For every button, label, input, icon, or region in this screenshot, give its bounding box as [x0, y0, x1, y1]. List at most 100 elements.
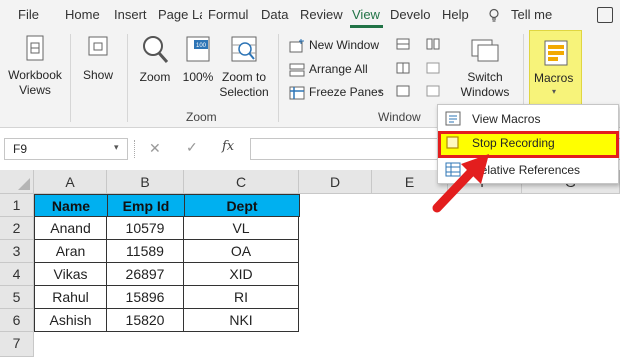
view-side-by-side-icon[interactable]: [426, 38, 440, 50]
tab-insert[interactable]: Insert: [114, 7, 152, 22]
tab-data[interactable]: Data: [261, 7, 295, 22]
zoom-selection-label-2: Selection: [219, 85, 269, 99]
table-cell[interactable]: VL: [184, 217, 299, 240]
tab-formulas[interactable]: Formul: [208, 7, 254, 22]
enter-icon[interactable]: ✓: [186, 139, 198, 156]
new-window-label: New Window: [309, 38, 380, 52]
workbook-views-label-2: Views: [19, 83, 51, 97]
table-cell[interactable]: 15820: [107, 309, 184, 332]
stop-recording-icon: [446, 136, 459, 149]
view-macros-icon: [445, 111, 461, 126]
tab-home[interactable]: Home: [65, 7, 105, 22]
switch-windows-icon: [471, 39, 499, 62]
chevron-down-icon[interactable]: ▾: [114, 142, 119, 153]
workbook-views-icon: [26, 35, 44, 61]
switch-windows-label-1: Switch: [467, 70, 503, 84]
insert-function-icon[interactable]: fx: [222, 139, 234, 154]
arrange-all-button[interactable]: Arrange All: [289, 62, 389, 78]
table-cell[interactable]: RI: [184, 286, 299, 309]
table-cell[interactable]: Vikas: [34, 263, 107, 286]
zoom-selection-label-1: Zoom to: [221, 70, 266, 84]
share-icon[interactable]: [597, 7, 613, 23]
menu-item-view-macros[interactable]: View Macros: [438, 107, 618, 131]
row-header[interactable]: 4: [0, 263, 34, 286]
switch-windows-label-2: Windows: [460, 85, 510, 99]
workbook-views-label-1: Workbook: [8, 68, 62, 82]
table-cell[interactable]: 10579: [107, 217, 184, 240]
select-all-triangle: [18, 178, 30, 190]
row-header[interactable]: 5: [0, 286, 34, 309]
row-header[interactable]: 7: [0, 332, 34, 357]
table-header-cell[interactable]: Dept: [184, 194, 300, 217]
chevron-down-icon: ▾: [552, 87, 557, 96]
tab-view[interactable]: View: [352, 7, 384, 22]
zoom-100-label: 100%: [182, 70, 214, 84]
zoom-to-selection-button[interactable]: Zoom to Selection: [217, 34, 271, 100]
row-header[interactable]: 1: [0, 194, 34, 217]
cancel-icon[interactable]: ✕: [149, 140, 161, 157]
new-window-icon: [289, 39, 304, 53]
ribbon-separator: [278, 34, 279, 122]
freeze-panes-button[interactable]: Freeze Panes ▾: [289, 85, 389, 101]
tell-me-search[interactable]: Tell me: [511, 7, 571, 22]
table-cell[interactable]: 26897: [107, 263, 184, 286]
workbook-views-button[interactable]: Workbook Views: [4, 34, 66, 98]
table-cell[interactable]: 11589: [107, 240, 184, 263]
table-cell[interactable]: Ashish: [34, 309, 107, 332]
column-header[interactable]: B: [107, 170, 184, 194]
hide-window-icon[interactable]: [396, 62, 410, 74]
zoom-button[interactable]: Zoom: [134, 34, 176, 85]
window-group-label: Window: [378, 110, 421, 124]
chevron-down-icon: ▾: [378, 87, 383, 96]
table-cell[interactable]: Aran: [34, 240, 107, 263]
split-icon[interactable]: [396, 38, 410, 50]
arrange-all-label: Arrange All: [309, 62, 368, 76]
table-header-cell[interactable]: Emp Id: [107, 194, 185, 217]
table-cell[interactable]: NKI: [184, 309, 299, 332]
active-tab-indicator: [350, 25, 383, 28]
column-header[interactable]: C: [184, 170, 299, 194]
reset-window-position-icon[interactable]: [426, 85, 440, 97]
tab-help[interactable]: Help: [442, 7, 472, 22]
show-label: Show: [82, 68, 114, 82]
zoom-selection-icon: [231, 36, 257, 62]
ribbon-separator: [70, 34, 71, 122]
table-cell[interactable]: XID: [184, 263, 299, 286]
new-window-button[interactable]: New Window: [289, 38, 389, 54]
freeze-panes-icon: [289, 86, 305, 100]
tab-review[interactable]: Review: [300, 7, 346, 22]
tab-developer[interactable]: Develo: [390, 7, 434, 22]
tab-file[interactable]: File: [18, 7, 48, 22]
unhide-window-icon[interactable]: [396, 85, 410, 97]
tab-page-layout[interactable]: Page La: [158, 7, 202, 22]
arrange-all-icon: [289, 63, 305, 77]
view-macros-label: View Macros: [472, 112, 541, 126]
zoom-100-button[interactable]: 100 100%: [181, 34, 215, 85]
column-header[interactable]: D: [299, 170, 372, 194]
macros-button[interactable]: Macros ▾: [529, 30, 582, 106]
macros-icon: [544, 40, 568, 66]
table-header-cell[interactable]: Name: [34, 194, 108, 217]
ribbon-separator: [127, 34, 128, 122]
zoom-100-icon: 100: [186, 36, 210, 62]
table-cell[interactable]: Anand: [34, 217, 107, 240]
zoom-group-label: Zoom: [186, 110, 217, 124]
row-header[interactable]: 2: [0, 217, 34, 240]
magnifier-icon: [143, 36, 169, 63]
row-header[interactable]: 6: [0, 309, 34, 332]
switch-windows-button[interactable]: Switch Windows: [454, 34, 516, 100]
synchronous-scrolling-icon[interactable]: [426, 62, 440, 74]
freeze-panes-label: Freeze Panes: [309, 85, 384, 99]
ribbon-tab-bar: File Home Insert Page La Formul Data Rev…: [0, 0, 620, 30]
annotation-arrow-icon: [432, 154, 489, 213]
lightbulb-icon[interactable]: [487, 8, 501, 22]
table-cell[interactable]: 15896: [107, 286, 184, 309]
table-cell[interactable]: OA: [184, 240, 299, 263]
name-box[interactable]: F9: [4, 138, 128, 160]
show-button[interactable]: Show: [76, 34, 120, 83]
column-header[interactable]: A: [34, 170, 107, 194]
table-cell[interactable]: Rahul: [34, 286, 107, 309]
macros-label: Macros: [534, 71, 574, 85]
row-header[interactable]: 3: [0, 240, 34, 263]
zoom-label: Zoom: [139, 70, 171, 84]
